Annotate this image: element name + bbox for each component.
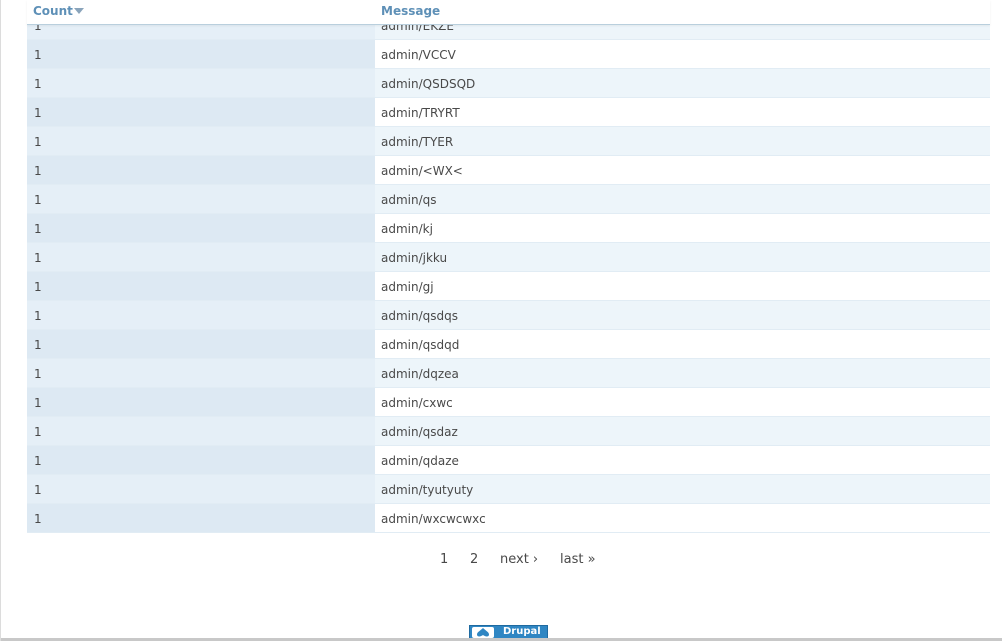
message-cell: admin/wxcwcwxc: [375, 504, 990, 532]
table-row: 1 admin/<WX<: [27, 156, 990, 185]
message-cell: admin/dqzea: [375, 359, 990, 387]
table-row: 1 admin/cxwc: [27, 388, 990, 417]
table-row: 1 admin/VCCV: [27, 40, 990, 69]
pager: 1 2 next › last »: [1, 552, 1002, 570]
table-row: 1 admin/wxcwcwxc: [27, 504, 990, 533]
count-cell: 1: [27, 417, 375, 445]
table-row: 1 admin/qsdaz: [27, 417, 990, 446]
pager-next-link[interactable]: next ›: [500, 552, 538, 567]
count-cell: 1: [27, 330, 375, 358]
page: Count Message 1 admin/EKZE 1 admin/VCCV 1 adm…: [0, 0, 1002, 641]
count-cell: 1: [27, 301, 375, 329]
pager-current-page: 1: [440, 552, 449, 567]
pager-page-2-link[interactable]: 2: [470, 552, 478, 567]
table-header: Count Message: [27, 0, 990, 25]
message-cell: admin/qsdaz: [375, 417, 990, 445]
count-cell: 1: [27, 359, 375, 387]
message-cell: admin/QSDSQD: [375, 69, 990, 97]
count-cell: 1: [27, 69, 375, 97]
message-cell: admin/TYER: [375, 127, 990, 155]
count-cell: 1: [27, 388, 375, 416]
table-row: 1 admin/dqzea: [27, 359, 990, 388]
count-cell: 1: [27, 214, 375, 242]
count-cell: 1: [27, 475, 375, 503]
column-header-count-label: Count: [33, 4, 73, 18]
table-body: 1 admin/EKZE 1 admin/VCCV 1 admin/QSDSQD 1 admi…: [27, 11, 990, 533]
powered-by-drupal-badge[interactable]: Drupal: [469, 625, 548, 639]
table-row: 1 admin/qdaze: [27, 446, 990, 475]
table-row: 1 admin/qsdqs: [27, 301, 990, 330]
message-cell: admin/qdaze: [375, 446, 990, 474]
table-row: 1 admin/kj: [27, 214, 990, 243]
table-row: 1 admin/jkku: [27, 243, 990, 272]
count-cell: 1: [27, 127, 375, 155]
message-cell: admin/cxwc: [375, 388, 990, 416]
table-row: 1 admin/QSDSQD: [27, 69, 990, 98]
message-cell: admin/qsdqd: [375, 330, 990, 358]
sort-descending-icon: [73, 8, 84, 14]
count-cell: 1: [27, 272, 375, 300]
message-cell: admin/qs: [375, 185, 990, 213]
message-cell: admin/tyutyuty: [375, 475, 990, 503]
message-cell: admin/gj: [375, 272, 990, 300]
count-cell: 1: [27, 98, 375, 126]
message-cell: admin/VCCV: [375, 40, 990, 68]
table-row: 1 admin/TRYRT: [27, 98, 990, 127]
count-cell: 1: [27, 446, 375, 474]
drupal-badge-label: Drupal: [503, 626, 541, 637]
message-cell: admin/<WX<: [375, 156, 990, 184]
message-cell: admin/jkku: [375, 243, 990, 271]
table-row: 1 admin/qsdqd: [27, 330, 990, 359]
drupal-drop-icon: [472, 627, 494, 638]
table-row: 1 admin/TYER: [27, 127, 990, 156]
count-cell: 1: [27, 504, 375, 532]
table-row: 1 admin/qs: [27, 185, 990, 214]
message-cell: admin/qsdqs: [375, 301, 990, 329]
count-cell: 1: [27, 185, 375, 213]
column-header-message[interactable]: Message: [381, 4, 440, 18]
count-cell: 1: [27, 156, 375, 184]
count-cell: 1: [27, 40, 375, 68]
count-cell: 1: [27, 243, 375, 271]
pager-last-link[interactable]: last »: [560, 552, 596, 567]
table-row: 1 admin/tyutyuty: [27, 475, 990, 504]
table-row: 1 admin/gj: [27, 272, 990, 301]
message-cell: admin/kj: [375, 214, 990, 242]
message-cell: admin/TRYRT: [375, 98, 990, 126]
column-header-count[interactable]: Count: [33, 4, 84, 18]
